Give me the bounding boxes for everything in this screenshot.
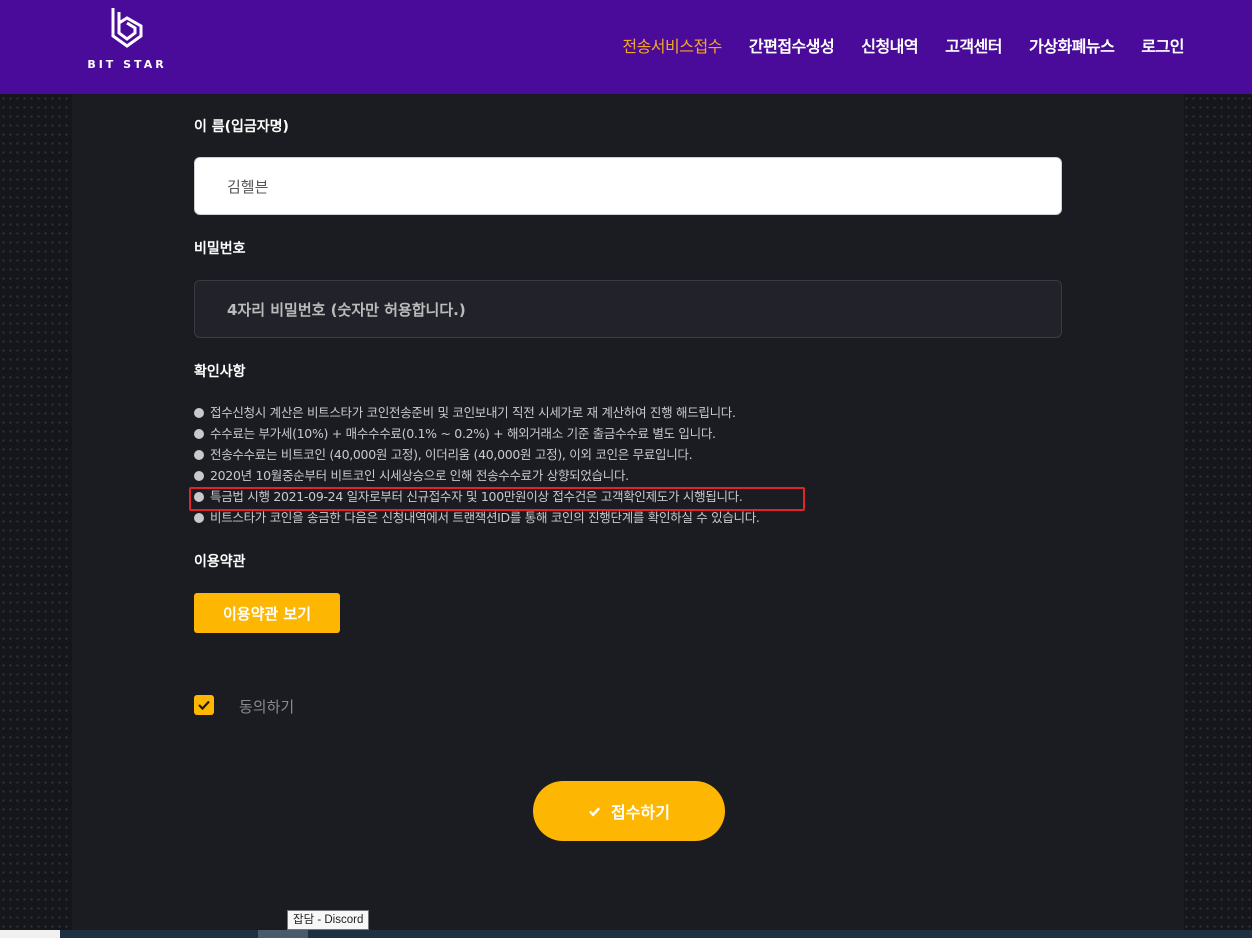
os-taskbar [0,930,1252,938]
highlight-box [189,487,805,511]
list-item: 접수신청시 계산은 비트스타가 코인전송준비 및 코인보내기 직전 시세가로 재… [194,402,760,423]
name-label: 이 름(입금자명) [194,119,289,135]
bullet-icon [194,513,204,523]
taskbar-start[interactable] [0,930,60,938]
password-label: 비밀번호 [194,241,246,257]
site-header: BIT STAR 전송서비스접수 간편접수생성 신청내역 고객센터 가상화폐뉴스… [0,0,1252,94]
taskbar-tooltip: 잡담 - Discord [287,910,370,930]
main-nav: 전송서비스접수 간편접수생성 신청내역 고객센터 가상화폐뉴스 로그인 [622,33,1184,57]
submit-button[interactable]: 접수하기 [533,781,725,841]
taskbar-item-discord[interactable] [258,930,308,938]
password-placeholder: 4자리 비밀번호 (숫자만 허용합니다.) [227,300,466,319]
nav-quick-create[interactable]: 간편접수생성 [749,33,835,57]
name-input[interactable]: 김헬븐 [194,157,1062,215]
nav-transfer-service[interactable]: 전송서비스접수 [622,33,722,57]
bullet-icon [194,429,204,439]
list-item: 전송수수료는 비트코인 (40,000원 고정), 이더리움 (40,000원 … [194,444,760,465]
logo-text: BIT STAR [87,58,167,71]
name-input-value: 김헬븐 [227,177,269,196]
check-icon [589,806,601,816]
terms-label: 이용약관 [194,554,246,570]
agree-label[interactable]: 동의하기 [239,696,294,717]
password-input[interactable]: 4자리 비밀번호 (숫자만 허용합니다.) [194,280,1062,338]
nav-customer-center[interactable]: 고객센터 [945,33,1002,57]
checkmark-icon [198,700,210,711]
bitstar-logo-icon [111,8,143,48]
nav-login[interactable]: 로그인 [1141,33,1184,57]
nav-history[interactable]: 신청내역 [861,33,918,57]
list-item: 2020년 10월중순부터 비트코인 시세상승으로 인해 전송수수료가 상향되었… [194,465,760,486]
notice-label: 확인사항 [194,364,246,380]
bullet-icon [194,471,204,481]
nav-crypto-news[interactable]: 가상화폐뉴스 [1029,33,1115,57]
view-terms-button[interactable]: 이용약관 보기 [194,593,340,633]
list-item: 수수료는 부가세(10%) + 매수수수료(0.1% ~ 0.2%) + 해외거… [194,423,760,444]
agree-checkbox[interactable] [194,695,214,715]
submit-label: 접수하기 [611,803,670,822]
bullet-icon [194,408,204,418]
bullet-icon [194,450,204,460]
site-logo[interactable]: BIT STAR [82,6,172,76]
